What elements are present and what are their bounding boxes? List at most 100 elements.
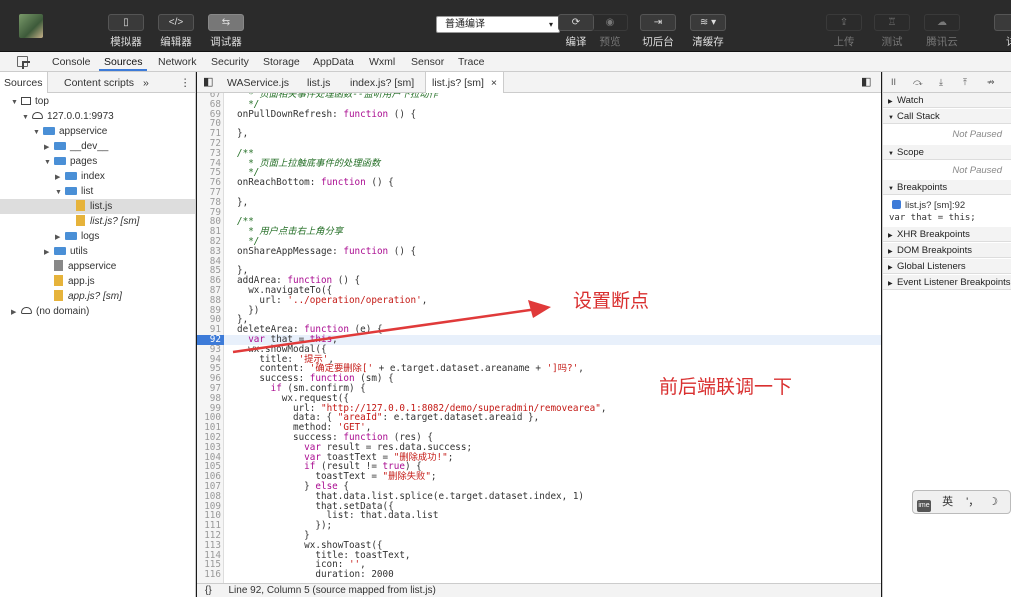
editor-tab-index-sm[interactable]: index.js? [sm]	[350, 77, 414, 89]
tab-navigator-sources[interactable]: Sources	[0, 72, 48, 93]
tree-item[interactable]: ▶ utils	[44, 244, 88, 259]
tree-item[interactable]: app.js	[44, 274, 95, 289]
inspect-element-icon[interactable]	[17, 56, 30, 69]
tab-trace[interactable]: Trace	[458, 56, 484, 68]
test-button[interactable]: ♖ 测试	[872, 14, 912, 49]
avatar[interactable]	[19, 14, 43, 38]
tree-item[interactable]: appservice	[44, 259, 116, 274]
tree-item[interactable]: ▶ (no domain)	[11, 304, 89, 319]
editor-tab-waservice[interactable]: WAService.js	[227, 77, 289, 89]
tree-item-label: (no domain)	[36, 306, 90, 317]
tab-network[interactable]: Network	[158, 56, 197, 68]
step-into-icon[interactable]: ⤓	[939, 77, 943, 88]
debugger-button[interactable]: ⇆ 调试器	[206, 14, 246, 49]
editor-tab-list-sm[interactable]: list.js? [sm] ×	[425, 72, 504, 93]
code-line[interactable]: 76 onReachBottom: function () {	[197, 178, 881, 188]
code-line[interactable]: 71},	[197, 129, 881, 139]
code-line[interactable]: 83 onShareAppMessage: function () {	[197, 246, 881, 257]
simulator-button[interactable]: ▯ 模拟器	[106, 14, 146, 49]
code-line[interactable]: 70	[197, 119, 881, 129]
ime-punctuation[interactable]: '，	[966, 496, 979, 508]
code-line[interactable]: 81 * 用户点击右上角分享	[197, 227, 881, 237]
tree-item[interactable]: ▼ appservice	[33, 124, 107, 139]
tree-item[interactable]: ▶ logs	[55, 229, 99, 244]
chevron-right-icon[interactable]: ▶	[55, 230, 65, 245]
tree-item[interactable]: ▶ __dev__	[44, 139, 108, 154]
code-text: onReachBottom: function () {	[237, 177, 394, 189]
more-tabs-button[interactable]: »	[143, 77, 149, 89]
tree-item[interactable]: ▼ list	[55, 184, 93, 199]
code-line[interactable]: 74 * 页面上拉触底事件的处理函数	[197, 158, 881, 169]
breakpoint-item[interactable]: list.js? [sm]:92	[892, 200, 965, 211]
tree-item[interactable]: ▼ top	[11, 94, 49, 109]
tree-item[interactable]: ▶ index	[55, 169, 105, 184]
moon-icon[interactable]: ☽	[988, 496, 998, 508]
step-out-icon[interactable]: ⤒	[963, 77, 967, 88]
chevron-right-icon[interactable]: ▶	[44, 140, 54, 155]
background-button[interactable]: ⇥ 切后台	[638, 14, 678, 49]
tencent-cloud-button[interactable]: ☁ 腾讯云	[922, 14, 962, 49]
chevron-down-icon[interactable]: ▼	[55, 185, 65, 200]
ime-toolbar[interactable]: ime 英 '， ☽	[912, 490, 1011, 514]
pretty-print-icon[interactable]: {}	[205, 585, 212, 596]
tab-wxml[interactable]: Wxml	[369, 56, 395, 68]
pause-icon[interactable]: II	[891, 77, 896, 87]
code-text: },	[237, 196, 249, 208]
code-line[interactable]: 77	[197, 188, 881, 198]
code-line[interactable]: 72	[197, 139, 881, 149]
tab-appdata[interactable]: AppData	[313, 56, 354, 68]
chevron-down-icon[interactable]: ▼	[33, 125, 43, 140]
section-xhr-breakpoints[interactable]: ▶ XHR Breakpoints	[883, 227, 1011, 242]
chevron-right-icon[interactable]: ▶	[11, 305, 21, 320]
tree-item[interactable]: ▼ 127.0.0.1:9973	[22, 109, 114, 124]
ime-language[interactable]: 英	[942, 496, 953, 508]
step-over-icon[interactable]: ⤼	[913, 77, 923, 88]
code-lines[interactable]: 67 * 页面相关事件处理函数--监听用户下拉动作 68 */69 onPullDo…	[197, 93, 881, 583]
upload-button[interactable]: ⇪ 上传	[824, 14, 864, 49]
chevron-down-icon[interactable]: ▼	[44, 155, 54, 170]
tree-item[interactable]: list.js	[0, 199, 195, 214]
details-button[interactable]: 详	[994, 14, 1011, 49]
code-line[interactable]: 89 })	[197, 305, 881, 316]
tree-item[interactable]: list.js? [sm]	[66, 214, 139, 229]
deactivate-breakpoints-icon[interactable]: ⇏	[987, 77, 995, 88]
toggle-navigator-icon[interactable]: ◧	[203, 75, 213, 88]
chevron-down-icon[interactable]: ▼	[11, 95, 21, 110]
code-line[interactable]: 88 url: '../operation/operation',	[197, 295, 881, 306]
tab-content-scripts[interactable]: Content scripts	[64, 77, 134, 89]
section-call-stack[interactable]: ▼ Call Stack	[883, 109, 1011, 124]
code-line[interactable]: 69 onPullDownRefresh: function () {	[197, 109, 881, 120]
line-number[interactable]: 116	[197, 570, 221, 580]
section-event-listener-breakpoints[interactable]: ▶ Event Listener Breakpoints	[883, 275, 1011, 290]
section-scope[interactable]: ▼ Scope	[883, 145, 1011, 160]
code-line[interactable]: 78},	[197, 196, 881, 208]
code-line[interactable]: 79	[197, 207, 881, 218]
section-global-listeners[interactable]: ▶ Global Listeners	[883, 259, 1011, 274]
clear-cache-button[interactable]: ≋ ▾ 清缓存	[688, 14, 728, 49]
editor-tab-list-js[interactable]: list.js	[307, 77, 330, 89]
section-watch[interactable]: ▶ Watch	[883, 93, 1011, 108]
navigator-menu-button[interactable]: ⋮	[180, 77, 191, 89]
checkbox-checked-icon[interactable]	[892, 200, 901, 209]
compile-mode-select[interactable]: 普通编译 ▾	[436, 16, 560, 33]
section-dom-breakpoints[interactable]: ▶ DOM Breakpoints	[883, 243, 1011, 258]
close-icon[interactable]: ×	[491, 77, 497, 89]
tab-storage[interactable]: Storage	[263, 56, 300, 68]
chevron-down-icon[interactable]: ▼	[22, 110, 32, 125]
chevron-right-icon[interactable]: ▶	[44, 245, 54, 260]
code-line[interactable]: 116 duration: 2000	[197, 570, 881, 580]
sources-navigator: Sources Content scripts » ⋮ ▼ top ▼ 127.0.0…	[0, 72, 196, 597]
code-line[interactable]: 84	[197, 256, 881, 267]
chevron-right-icon[interactable]: ▶	[55, 170, 65, 185]
toggle-debugger-icon[interactable]: ◧	[861, 75, 871, 88]
editor-button[interactable]: </> 编辑器	[156, 14, 196, 49]
tab-security[interactable]: Security	[211, 56, 249, 68]
section-breakpoints[interactable]: ▼ Breakpoints	[883, 180, 1011, 195]
tree-item-label: list.js	[90, 201, 113, 212]
tab-sensor[interactable]: Sensor	[411, 56, 444, 68]
tab-console[interactable]: Console	[52, 56, 91, 68]
preview-button[interactable]: ◉ 预览	[590, 14, 630, 49]
tree-item[interactable]: app.js? [sm]	[44, 289, 122, 304]
tab-sources[interactable]: Sources	[104, 56, 143, 68]
tree-item[interactable]: ▼ pages	[44, 154, 97, 169]
